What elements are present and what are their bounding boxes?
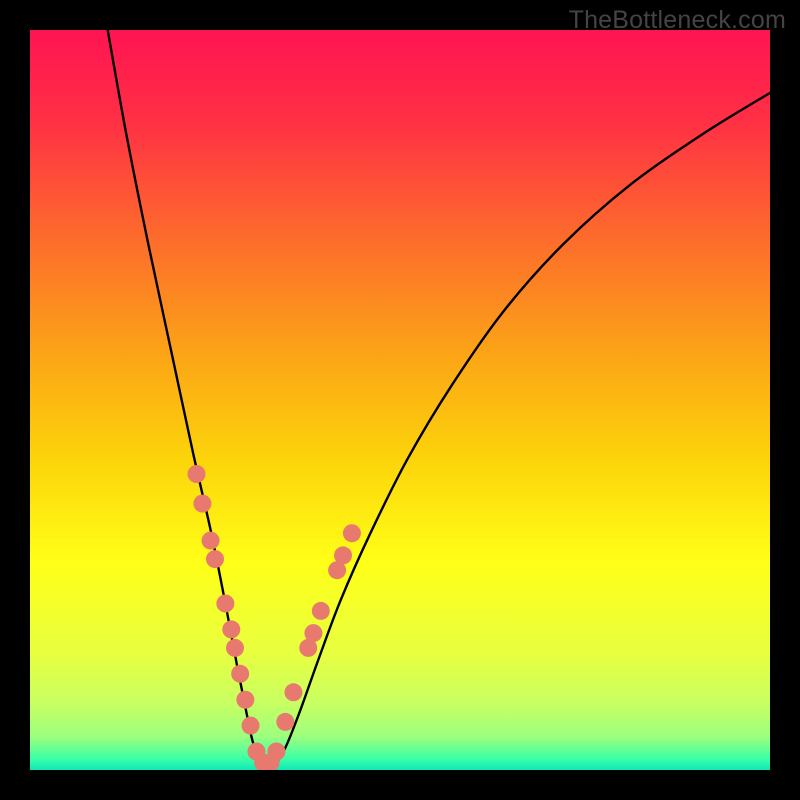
data-marker: [193, 495, 211, 513]
data-marker: [231, 665, 249, 683]
data-marker: [284, 683, 302, 701]
data-marker: [334, 546, 352, 564]
chart-frame: TheBottleneck.com: [0, 0, 800, 800]
data-marker: [276, 713, 294, 731]
data-marker: [216, 595, 234, 613]
gradient-background: [30, 30, 770, 770]
data-marker: [304, 624, 322, 642]
data-marker: [312, 602, 330, 620]
data-marker: [202, 532, 220, 550]
data-marker: [226, 639, 244, 657]
data-marker: [236, 691, 254, 709]
plot-area: [30, 30, 770, 770]
data-marker: [222, 620, 240, 638]
data-marker: [242, 717, 260, 735]
watermark-text: TheBottleneck.com: [569, 6, 786, 35]
data-marker: [188, 465, 206, 483]
data-marker: [206, 550, 224, 568]
chart-svg: [30, 30, 770, 770]
data-marker: [343, 524, 361, 542]
data-marker: [267, 743, 285, 761]
